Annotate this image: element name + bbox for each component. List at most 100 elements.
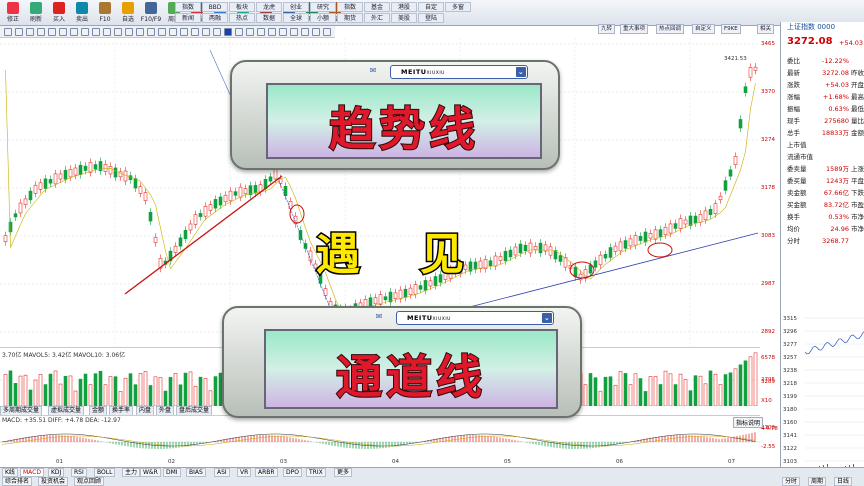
draw-tool-icon[interactable] xyxy=(268,28,276,36)
draw-tool-icon[interactable] xyxy=(158,28,166,36)
draw-tool-icon[interactable] xyxy=(103,28,111,36)
toolbar-grid-item[interactable]: 指数 xyxy=(175,2,201,12)
volume-bar xyxy=(108,376,113,407)
toolbar-grid-item[interactable]: 两融 xyxy=(202,13,228,23)
indicator-tab[interactable]: BIAS xyxy=(186,468,206,477)
draw-tool-icon[interactable] xyxy=(81,28,89,36)
mini-axis-label: 3160 xyxy=(783,420,797,426)
toolbar-grid-item[interactable]: 研究 xyxy=(310,2,336,12)
draw-tool-icon[interactable] xyxy=(235,28,243,36)
draw-tool-icon[interactable] xyxy=(48,28,56,36)
toolbar-grid-item[interactable]: 热点 xyxy=(229,13,255,23)
chart-tab[interactable]: 自定义 xyxy=(692,24,715,34)
chart-tab[interactable]: F9KE xyxy=(721,24,741,34)
quote-row: 分时 3268.77 xyxy=(787,236,864,246)
quote-row-label2: 金额 xyxy=(851,129,864,137)
draw-tool-icon[interactable] xyxy=(37,28,45,36)
quote-row-label: 委买量 xyxy=(787,177,807,185)
bottom-nav-tab[interactable]: 综合排名 xyxy=(2,477,33,486)
toolbar-grid-item[interactable]: 新闻 xyxy=(175,13,201,23)
toolbar-grid-item[interactable]: 美股 xyxy=(391,13,417,23)
draw-tool-icon[interactable] xyxy=(125,28,133,36)
draw-tool-icon[interactable] xyxy=(114,28,122,36)
toolbar-button[interactable]: 买入 xyxy=(48,1,70,25)
draw-tool-icon[interactable] xyxy=(180,28,188,36)
draw-tool-icon[interactable] xyxy=(279,28,287,36)
toolbar-button[interactable]: 刷新 xyxy=(25,1,47,25)
indicator-tab[interactable]: K线 xyxy=(2,468,18,477)
indicator-tab[interactable]: ASI xyxy=(214,468,230,477)
toolbar-grid-item[interactable]: 自定 xyxy=(418,2,444,12)
indicator-tab[interactable]: VR xyxy=(237,468,252,477)
bottom-nav-tab[interactable]: 观点回顾 xyxy=(74,477,105,486)
toolbar-button[interactable]: F10 xyxy=(94,1,116,25)
draw-tool-icon[interactable] xyxy=(136,28,144,36)
panel-tab[interactable]: 周期 xyxy=(808,477,827,486)
volume-bar xyxy=(583,384,588,407)
draw-tool-icon[interactable] xyxy=(213,28,221,36)
quote-row: 均价 24.96 市净 xyxy=(787,224,864,234)
toolbar-grid-item[interactable]: 外汇 xyxy=(364,13,390,23)
panel-tab[interactable]: 日线 xyxy=(834,477,853,486)
draw-tool-icon[interactable] xyxy=(169,28,177,36)
draw-tool-icon[interactable] xyxy=(246,28,254,36)
indicator-tab[interactable]: 更多 xyxy=(334,468,353,477)
toolbar-grid-item[interactable]: 数据 xyxy=(256,13,282,23)
indicator-tab[interactable]: RSI xyxy=(71,468,87,477)
bottom-nav-tab[interactable]: 投资机会 xyxy=(38,477,69,486)
candle xyxy=(213,199,218,209)
draw-tool-icon[interactable] xyxy=(147,28,155,36)
draw-tool-icon[interactable] xyxy=(4,28,12,36)
toolbar-grid-item[interactable]: 全球 xyxy=(283,13,309,23)
indicator-tab[interactable]: DPO xyxy=(283,468,302,477)
indicator-help-button[interactable]: 指标说明 xyxy=(733,417,764,428)
indicator-tab[interactable]: TRIX xyxy=(306,468,326,477)
indicator-tab[interactable]: ARBR xyxy=(255,468,278,477)
toolbar-button[interactable]: 修正 xyxy=(2,1,24,25)
toolbar-grid-item[interactable]: 登陆 xyxy=(418,13,444,23)
indicator-tab[interactable]: KDJ xyxy=(48,468,65,477)
toolbar-grid-item[interactable]: 龙虎 xyxy=(256,2,282,12)
indicator-tab[interactable]: BOLL xyxy=(94,468,116,477)
toolbar-grid-item[interactable]: 创业 xyxy=(283,2,309,12)
chart-tab[interactable]: 重大事项 xyxy=(620,24,649,34)
candle xyxy=(38,182,43,190)
draw-tool-icon[interactable] xyxy=(202,28,210,36)
draw-tool-icon[interactable] xyxy=(26,28,34,36)
draw-tool-icon[interactable] xyxy=(224,28,232,36)
toolbar-button[interactable]: 自选 xyxy=(117,1,139,25)
chevron-down-icon[interactable]: ⌄ xyxy=(516,67,526,77)
toolbar-grid-item[interactable]: 板块 xyxy=(229,2,255,12)
toolbar-grid-item[interactable]: 小额 xyxy=(310,13,336,23)
window-title[interactable]: MEITUXIUXIU ⌄ xyxy=(396,311,554,325)
toolbar-grid-item[interactable]: 多窗 xyxy=(445,2,471,12)
indicator-tab[interactable]: W&R xyxy=(140,468,161,477)
draw-tool-icon[interactable] xyxy=(323,28,331,36)
indicator-tab[interactable]: DMI xyxy=(163,468,181,477)
window-title[interactable]: MEITUXIUXIU ⌄ xyxy=(390,65,528,79)
toolbar-button[interactable]: F10/F9 xyxy=(140,1,162,25)
toolbar-grid-item[interactable]: BBD xyxy=(202,2,228,12)
toolbar-grid-item[interactable]: 期货 xyxy=(337,13,363,23)
draw-tool-icon[interactable] xyxy=(290,28,298,36)
draw-tool-icon[interactable] xyxy=(70,28,78,36)
draw-tool-icon[interactable] xyxy=(59,28,67,36)
toolbar-grid-item[interactable]: 港股 xyxy=(391,2,417,12)
indicator-tab[interactable]: 主力 xyxy=(122,468,141,477)
draw-tool-icon[interactable] xyxy=(15,28,23,36)
chevron-down-icon[interactable]: ⌄ xyxy=(542,313,552,323)
toolbar-grid-item[interactable]: 基金 xyxy=(364,2,390,12)
toolbar-grid-item[interactable]: 指数 xyxy=(337,2,363,12)
draw-tool-icon[interactable] xyxy=(301,28,309,36)
indicator-tab[interactable]: MACD xyxy=(20,468,44,477)
draw-tool-icon[interactable] xyxy=(257,28,265,36)
chart-tab[interactable]: 九转 xyxy=(598,24,616,34)
candle xyxy=(738,119,743,129)
draw-tool-icon[interactable] xyxy=(312,28,320,36)
draw-tool-icon[interactable] xyxy=(92,28,100,36)
chart-tab[interactable]: 相关 xyxy=(757,24,775,34)
draw-tool-icon[interactable] xyxy=(191,28,199,36)
panel-tab[interactable]: 分时 xyxy=(782,477,801,486)
chart-tab[interactable]: 热点回调 xyxy=(656,24,685,34)
toolbar-button[interactable]: 卖出 xyxy=(71,1,93,25)
